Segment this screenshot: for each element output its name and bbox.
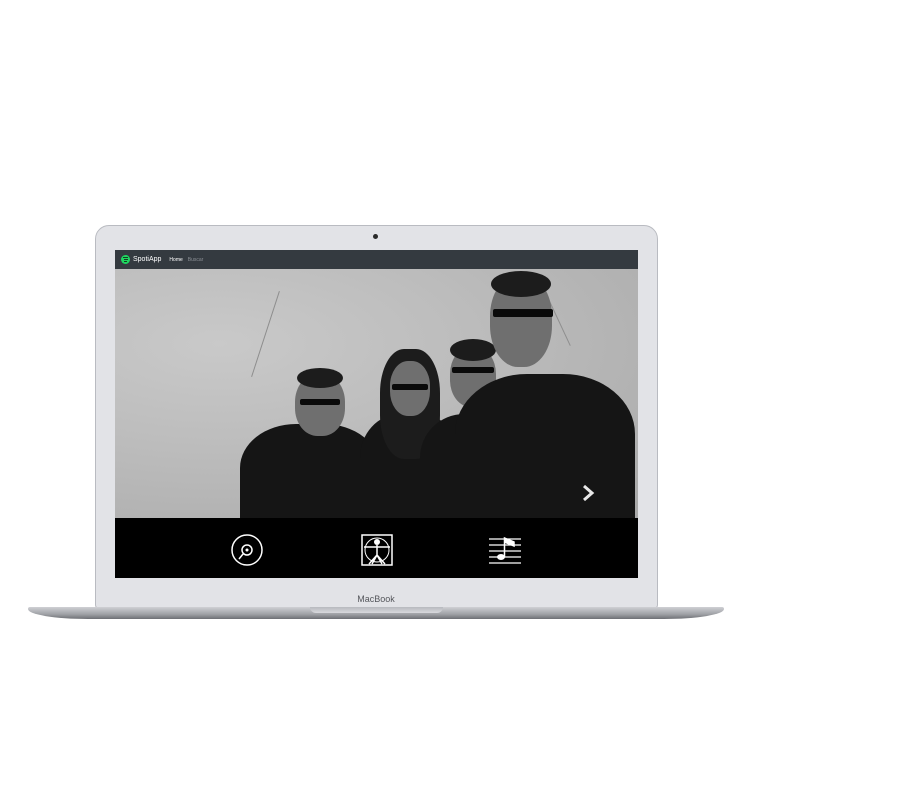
hero-carousel-image [115, 269, 638, 518]
laptop-screen: SpotiApp Home Buscar [115, 250, 638, 578]
feature-icons-bar [115, 518, 638, 578]
spotify-logo-icon [121, 255, 130, 264]
laptop-notch [310, 607, 443, 613]
navbar: SpotiApp Home Buscar [115, 250, 638, 269]
webcam [373, 234, 378, 239]
brand[interactable]: SpotiApp [121, 255, 161, 264]
vitruvian-man-icon [360, 533, 394, 567]
band-member-4 [445, 269, 635, 518]
brand-name: SpotiApp [133, 256, 162, 263]
carousel-next-button[interactable] [581, 483, 595, 503]
nav-link-home[interactable]: Home [169, 257, 182, 263]
vinyl-record-icon [230, 533, 264, 567]
music-staff-icon [488, 533, 522, 567]
device-label: MacBook [357, 594, 395, 604]
chevron-right-icon [583, 484, 595, 502]
nav-link-buscar[interactable]: Buscar [188, 257, 204, 263]
